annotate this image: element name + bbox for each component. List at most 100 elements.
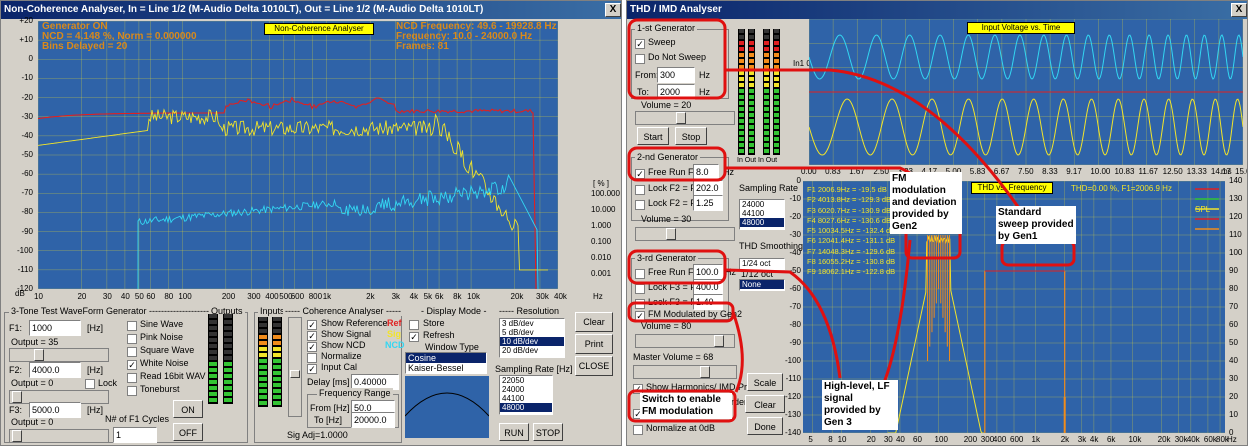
input-cal-checkbox[interactable]: ✓ bbox=[307, 364, 317, 374]
list-item[interactable]: 44100 bbox=[740, 209, 784, 218]
noncoherence-plot: Non-Coherence Analyser Generator ON NCD … bbox=[38, 21, 558, 289]
left-close-button[interactable]: X bbox=[605, 3, 621, 17]
normalize-checkbox[interactable] bbox=[307, 353, 317, 363]
gen1-to-input[interactable]: 2000 bbox=[657, 84, 695, 100]
bottom-plot-label: THD vs. Frequency bbox=[971, 182, 1053, 194]
gen1-from-input[interactable]: 300 bbox=[657, 67, 695, 83]
x-tick: 13.33 bbox=[1186, 167, 1207, 176]
gen2-lock2-input[interactable]: 1.25 bbox=[693, 195, 723, 211]
window-cosine[interactable]: Cosine bbox=[406, 353, 486, 363]
gen3-lock2-input[interactable]: 1.40 bbox=[693, 294, 723, 310]
list-item[interactable]: 44100 bbox=[500, 394, 552, 403]
gen1-volume-slider[interactable] bbox=[635, 111, 735, 125]
gen3-lock2-checkbox[interactable] bbox=[635, 299, 645, 309]
y-tick: -90 bbox=[21, 226, 33, 236]
output3-slider[interactable] bbox=[9, 429, 109, 443]
gen2-lock1-checkbox[interactable] bbox=[635, 185, 645, 195]
resolution-list[interactable]: 3 dB/dev 5 dB/dev 10 dB/dev 20 dB/dev bbox=[499, 318, 565, 358]
generator-off-button[interactable]: OFF bbox=[173, 423, 203, 441]
normalize-checkbox[interactable] bbox=[633, 425, 643, 435]
cycles-input[interactable]: 1 bbox=[113, 427, 157, 443]
done-button[interactable]: Done bbox=[747, 417, 783, 435]
sweep-checkbox[interactable]: ✓ bbox=[635, 39, 645, 49]
clear-button[interactable]: Clear bbox=[575, 312, 613, 332]
switch-callout: Switch to enable FM modulation bbox=[640, 393, 732, 419]
gen3-title: 3-rd Generator bbox=[635, 253, 699, 263]
gen2-lock1-input[interactable]: 202.0 bbox=[693, 180, 723, 196]
f3-input[interactable]: 5000.0 bbox=[29, 402, 81, 418]
to-input[interactable]: 20000.0 bbox=[351, 412, 395, 428]
output1-slider[interactable] bbox=[9, 348, 109, 362]
smoothing-value[interactable]: 1/24 oct bbox=[740, 259, 784, 268]
lock-checkbox[interactable] bbox=[85, 379, 95, 389]
y-tick-right: 60 bbox=[1229, 320, 1238, 329]
list-item[interactable]: 22050 bbox=[500, 376, 552, 385]
wave-checkbox[interactable] bbox=[127, 321, 137, 331]
right-close-button[interactable]: X bbox=[1231, 3, 1247, 17]
x-tick: 60k bbox=[1203, 435, 1217, 444]
f1-input[interactable]: 1000 bbox=[29, 320, 81, 336]
gen2-free-input[interactable]: 8.0 bbox=[693, 164, 719, 180]
gen3-lock1-input[interactable]: 400.0 bbox=[693, 279, 723, 295]
voltage-time-plot: Input Voltage vs. Time bbox=[809, 19, 1243, 165]
gen3-free-input[interactable]: 100.0 bbox=[693, 264, 723, 280]
input-meter-left bbox=[258, 317, 268, 407]
window-type-list[interactable]: Cosine Kaiser-Bessel bbox=[405, 352, 487, 374]
x-tick: 4k bbox=[1089, 435, 1099, 444]
list-item[interactable]: 48000 bbox=[500, 403, 552, 412]
x-tick: 0.83 bbox=[825, 167, 841, 176]
fm-modulated-checkbox[interactable]: ✓ bbox=[635, 311, 645, 321]
window-kaiser[interactable]: Kaiser-Bessel bbox=[406, 363, 486, 373]
gen2-free-checkbox[interactable]: ✓ bbox=[635, 169, 645, 179]
store-checkbox[interactable] bbox=[409, 320, 419, 330]
list-item[interactable]: 24000 bbox=[500, 385, 552, 394]
list-item[interactable]: 5 dB/dev bbox=[500, 328, 564, 337]
sweep-label: Sweep bbox=[648, 37, 676, 47]
wave-label: Square Wave bbox=[140, 345, 195, 355]
wave-checkbox[interactable] bbox=[127, 386, 137, 396]
list-item[interactable]: 3 dB/dev bbox=[500, 319, 564, 328]
gen3-lock1-checkbox[interactable] bbox=[635, 284, 645, 294]
show-signal-checkbox[interactable]: ✓ bbox=[307, 331, 317, 341]
do-not-sweep-checkbox[interactable] bbox=[635, 54, 645, 64]
list-item[interactable]: 48000 bbox=[740, 218, 784, 227]
stop-button[interactable]: STOP bbox=[533, 423, 563, 441]
y-tick-right: 30 bbox=[1229, 374, 1238, 383]
scale-button[interactable]: Scale bbox=[747, 373, 783, 391]
list-item[interactable]: 10 dB/dev bbox=[500, 337, 564, 346]
smoothing-none[interactable]: None bbox=[740, 280, 784, 289]
x-tick: 6k bbox=[1106, 435, 1116, 444]
master-volume: Master Volume = 68 bbox=[633, 352, 714, 362]
gen2-lock2-checkbox[interactable] bbox=[635, 200, 645, 210]
sampling-rate-list[interactable]: 22050 24000 44100 48000 bbox=[499, 375, 553, 415]
gen2-volume-slider[interactable] bbox=[635, 227, 735, 241]
wave-checkbox[interactable]: ✓ bbox=[127, 360, 137, 370]
wave-checkbox[interactable] bbox=[127, 347, 137, 357]
gen3-hz: Hz bbox=[725, 267, 736, 277]
gen3-volume-slider[interactable] bbox=[635, 334, 735, 348]
x-tick: 2k bbox=[366, 292, 375, 301]
list-item[interactable]: 20 dB/dev bbox=[500, 346, 564, 355]
gen2-volume: Volume = 30 bbox=[641, 214, 692, 224]
start-button[interactable]: Start bbox=[637, 127, 669, 145]
gen3-free-checkbox[interactable] bbox=[635, 269, 645, 279]
close-button[interactable]: CLOSE bbox=[575, 356, 613, 376]
f2-input[interactable]: 4000.0 bbox=[29, 362, 81, 378]
input-slider[interactable] bbox=[288, 317, 302, 417]
list-item[interactable]: 24000 bbox=[740, 200, 784, 209]
sweep-stop-button[interactable]: Stop bbox=[675, 127, 707, 145]
run-button[interactable]: RUN bbox=[499, 423, 529, 441]
master-volume-slider[interactable] bbox=[633, 365, 737, 379]
show-reference-checkbox[interactable]: ✓ bbox=[307, 320, 317, 330]
print-button[interactable]: Print bbox=[575, 334, 613, 354]
refresh-checkbox[interactable]: ✓ bbox=[409, 332, 419, 342]
wave-checkbox[interactable] bbox=[127, 334, 137, 344]
wave-checkbox[interactable] bbox=[127, 373, 137, 383]
harmonic-readout: F5 10034.5Hz = -132.4 dB bbox=[807, 226, 896, 236]
x-tick: 1k bbox=[322, 292, 332, 301]
show-ncd-checkbox[interactable]: ✓ bbox=[307, 342, 317, 352]
x-tick: 80 bbox=[164, 292, 174, 301]
generator-on-button[interactable]: ON bbox=[173, 400, 203, 418]
input-meter-right bbox=[272, 317, 282, 407]
lock-label: Lock bbox=[98, 378, 118, 388]
